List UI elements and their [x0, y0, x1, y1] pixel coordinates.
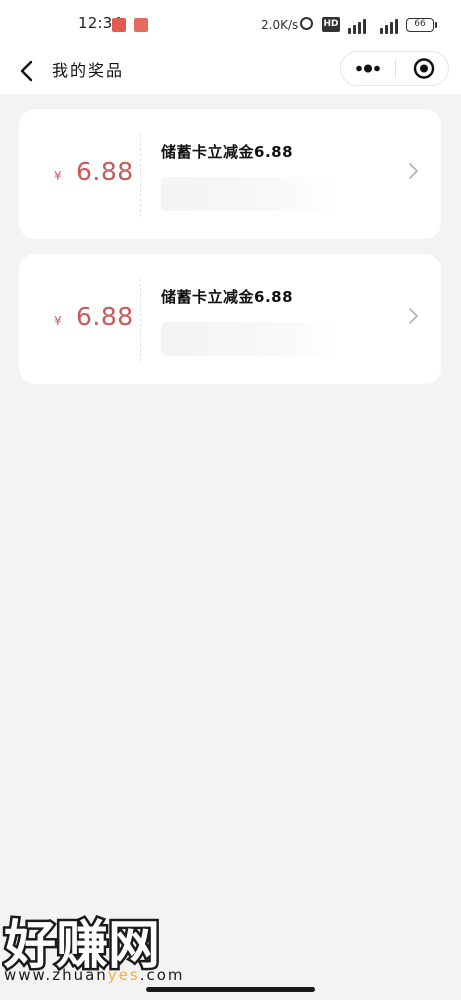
- watermark-url-highlight: yes: [107, 966, 140, 984]
- currency-symbol: ¥: [54, 169, 62, 183]
- chevron-right-icon[interactable]: [407, 307, 419, 325]
- prize-amount: 6.88: [76, 157, 134, 186]
- mini-program-capsule: [340, 51, 449, 86]
- watermark-logo-text: 好赚网: [3, 916, 160, 973]
- network-speed: 2.0K/s: [261, 18, 299, 32]
- watermark-url: www.zhuanyes.com: [4, 966, 185, 984]
- card-divider: [140, 133, 141, 217]
- chevron-right-icon[interactable]: [407, 162, 419, 180]
- hd-icon: HD: [322, 17, 340, 32]
- app-notification-icon: [112, 18, 126, 32]
- screen: 12:34 2.0K/s HD 66 我的奖品 ¥ 6.88 储蓄卡立减金6.8…: [0, 0, 461, 1000]
- redacted-details: [161, 177, 341, 211]
- signal-icon: [380, 16, 400, 34]
- nav-bar: 我的奖品: [0, 48, 461, 94]
- watermark-url-suffix: .com: [139, 966, 185, 984]
- currency-symbol: ¥: [54, 314, 62, 328]
- alarm-icon: [300, 17, 313, 30]
- home-indicator[interactable]: [146, 987, 315, 992]
- app-notification-icon: [134, 18, 148, 32]
- status-bar: 12:34 2.0K/s HD 66: [0, 0, 461, 48]
- prize-card[interactable]: ¥ 6.88 储蓄卡立减金6.88: [19, 109, 441, 239]
- watermark-url-prefix: www.zhuan: [4, 966, 108, 984]
- card-divider: [140, 278, 141, 362]
- more-dots-icon[interactable]: [341, 52, 395, 85]
- page-title: 我的奖品: [52, 61, 125, 80]
- battery-icon: 66: [406, 18, 437, 32]
- prize-title: 储蓄卡立减金6.88: [161, 143, 294, 161]
- prize-title: 储蓄卡立减金6.88: [161, 288, 294, 306]
- redacted-details: [161, 322, 341, 356]
- prize-card[interactable]: ¥ 6.88 储蓄卡立减金6.88: [19, 254, 441, 384]
- signal-icon: [348, 16, 368, 34]
- watermark-logo: 好赚网: [1, 913, 192, 979]
- prize-amount: 6.88: [76, 302, 134, 331]
- chevron-left-icon[interactable]: [16, 58, 40, 84]
- target-close-icon[interactable]: [396, 52, 448, 85]
